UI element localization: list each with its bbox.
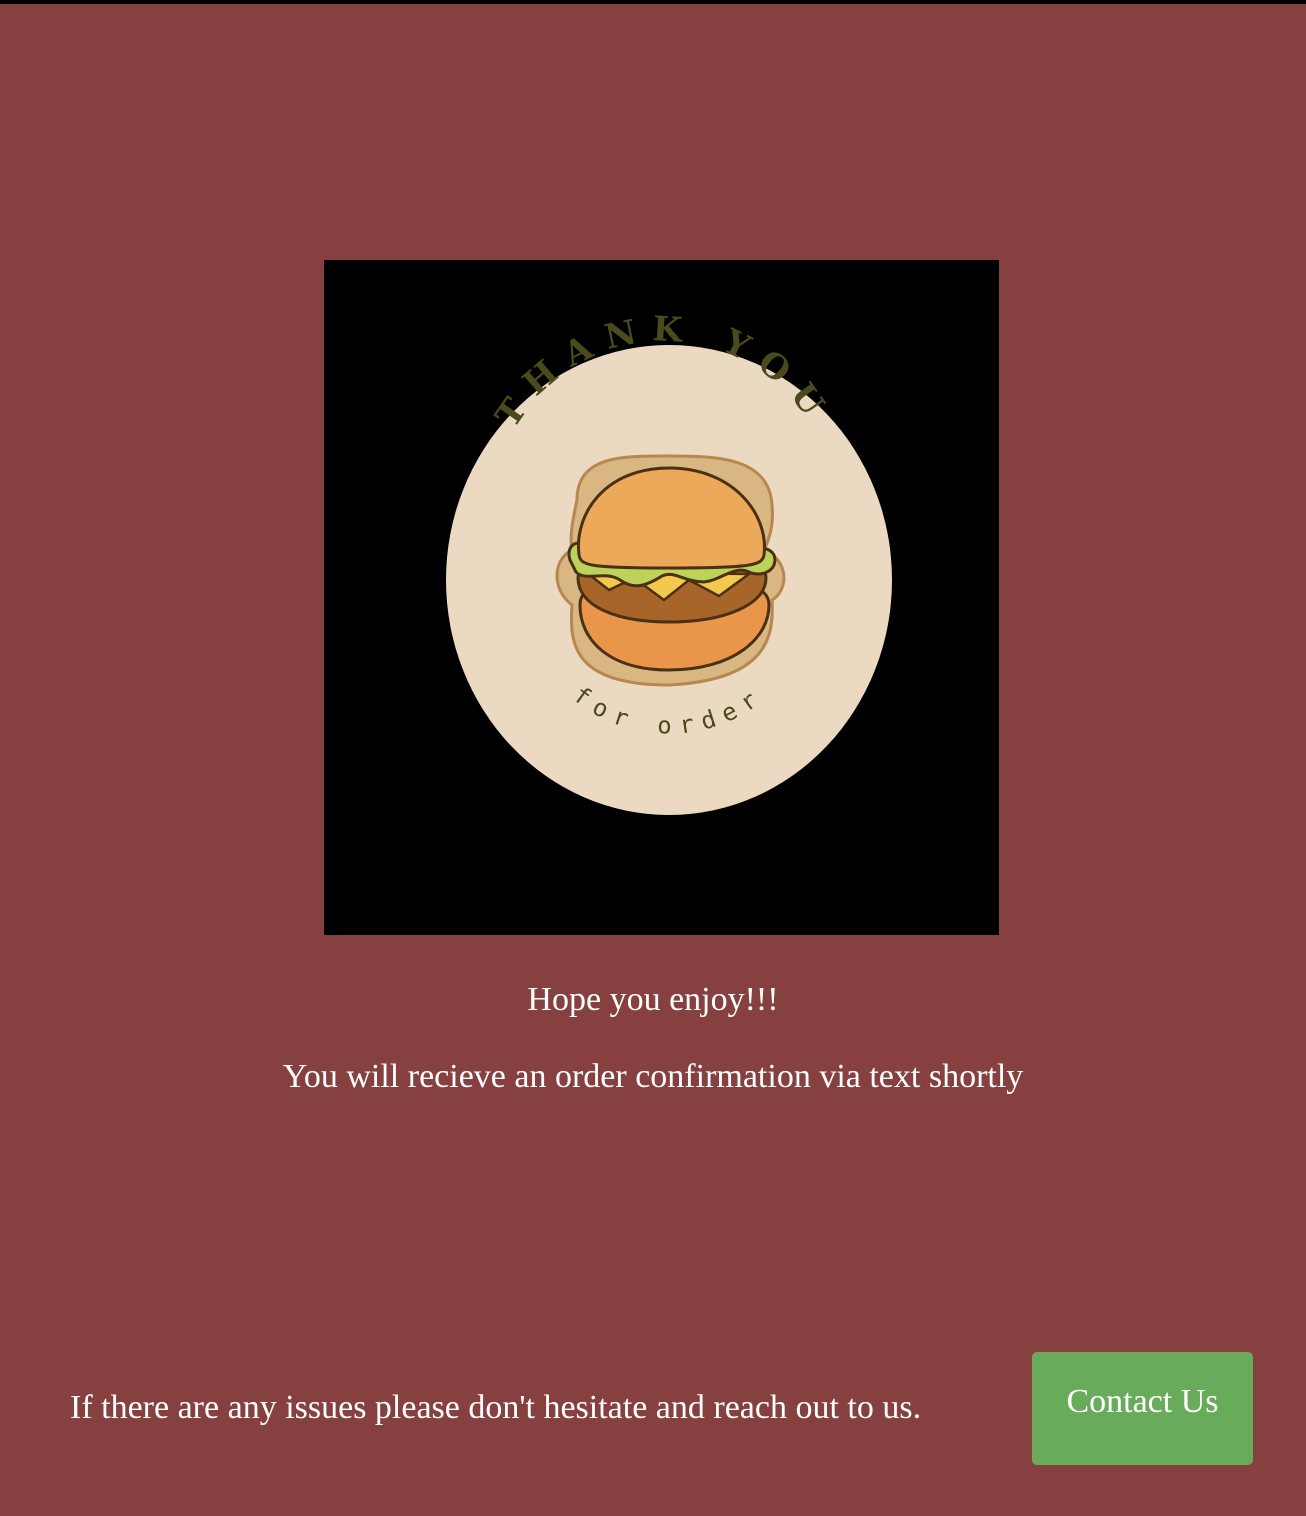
contact-us-button[interactable]: Contact Us [1032, 1352, 1253, 1465]
support-message: If there are any issues please don't hes… [70, 1389, 922, 1426]
top-border [0, 0, 1306, 4]
confirmation-message: You will recieve an order confirmation v… [282, 1058, 1024, 1095]
thank-you-badge: THANK YOU for order [446, 309, 892, 815]
enjoy-message: Hope you enjoy!!! [527, 981, 779, 1018]
burger-icon [555, 454, 786, 687]
thank-you-image: THANK YOU for order [324, 260, 999, 935]
